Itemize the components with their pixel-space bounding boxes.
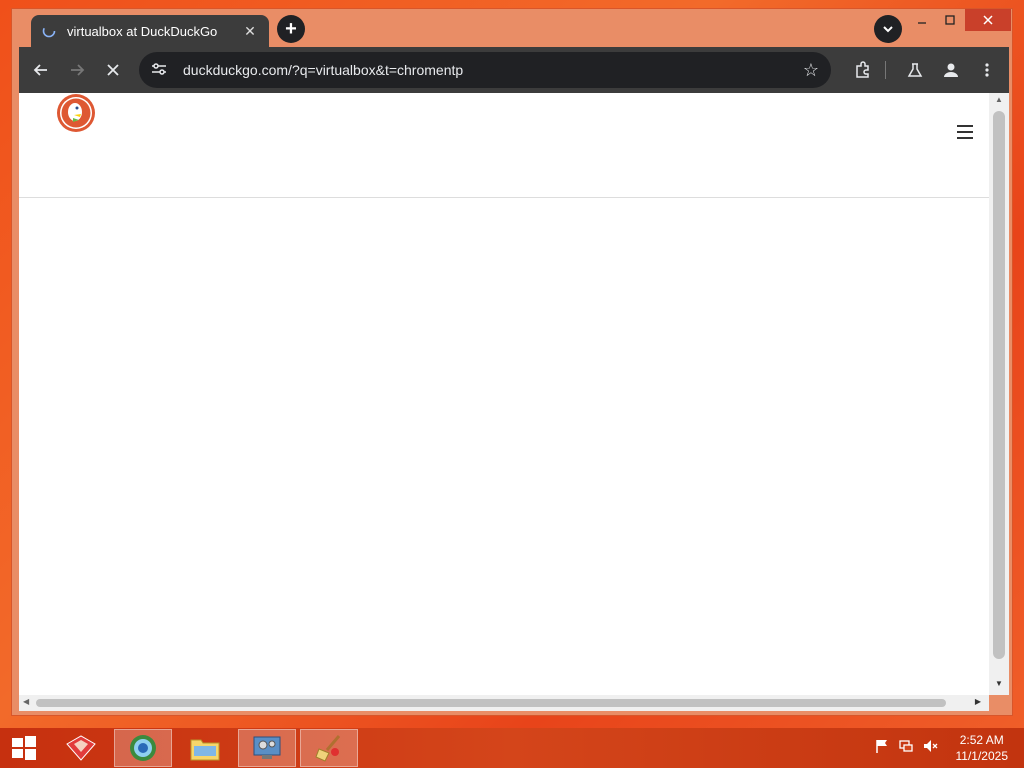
start-button[interactable] xyxy=(0,729,48,767)
computer-settings-icon xyxy=(253,736,281,759)
taskbar-chrome[interactable] xyxy=(114,729,172,767)
clock-date: 11/1/2025 xyxy=(955,749,1009,763)
puzzle-icon xyxy=(856,61,869,78)
loading-spinner-icon xyxy=(41,23,57,39)
tab-close-icon[interactable]: ✕ xyxy=(241,22,259,40)
vertical-scroll-thumb[interactable] xyxy=(993,111,1005,659)
toolbar-separator xyxy=(885,61,886,79)
taskbar-app-ribbon[interactable] xyxy=(52,729,110,767)
scroll-right-icon[interactable]: ▶ xyxy=(975,697,981,706)
scroll-left-icon[interactable]: ◀ xyxy=(23,697,29,706)
taskbar: 2:52 AM 11/1/2025 xyxy=(0,728,1024,768)
page-content xyxy=(19,93,989,695)
broom-icon xyxy=(315,735,341,762)
clock-time: 2:52 AM xyxy=(959,733,1004,747)
profile-button[interactable] xyxy=(937,56,965,84)
taskbar-control-panel[interactable] xyxy=(238,729,296,767)
extensions-button[interactable] xyxy=(849,56,877,84)
taskbar-ccleaner[interactable] xyxy=(300,729,358,767)
tab-title: virtualbox at DuckDuckGo xyxy=(67,23,218,39)
new-tab-button[interactable]: + xyxy=(277,15,305,43)
chevron-down-icon xyxy=(883,26,893,33)
horizontal-scrollbar[interactable]: ◀ ▶ xyxy=(19,695,989,711)
url-text[interactable]: duckduckgo.com/?q=virtualbox&t=chromentp xyxy=(183,62,803,78)
star-icon[interactable]: ☆ xyxy=(803,60,819,81)
labs-button[interactable] xyxy=(901,56,929,84)
app-launcher-icon xyxy=(66,735,96,761)
system-clock[interactable]: 2:52 AM 11/1/2025 xyxy=(956,732,1009,764)
tab-search-button[interactable] xyxy=(874,15,902,43)
flag-icon[interactable] xyxy=(874,738,890,757)
header-divider xyxy=(19,197,989,198)
minimize-icon xyxy=(918,22,926,24)
folder-icon xyxy=(190,739,220,761)
close-icon xyxy=(107,64,119,76)
chrome-icon xyxy=(130,735,156,761)
tab-active[interactable]: virtualbox at DuckDuckGo ✕ xyxy=(31,15,269,47)
volume-muted-icon[interactable] xyxy=(922,738,938,757)
network-icon[interactable] xyxy=(898,738,914,757)
scroll-down-icon[interactable]: ▼ xyxy=(989,679,1009,693)
close-window-button[interactable] xyxy=(965,9,1011,31)
vertical-scrollbar[interactable]: ▲ ▼ xyxy=(989,93,1009,695)
horizontal-scroll-thumb[interactable] xyxy=(36,699,946,707)
back-button[interactable] xyxy=(27,56,55,84)
browser-window: virtualbox at DuckDuckGo ✕ + duckduckgo.… xyxy=(11,8,1013,716)
address-bar[interactable]: duckduckgo.com/?q=virtualbox&t=chromentp… xyxy=(139,52,831,88)
scroll-up-icon[interactable]: ▲ xyxy=(989,95,1009,109)
forward-button[interactable] xyxy=(63,56,91,84)
arrow-left-icon xyxy=(33,64,47,76)
more-vert-icon xyxy=(985,63,989,77)
menu-button[interactable] xyxy=(973,56,1001,84)
arrow-right-icon xyxy=(71,64,85,76)
flask-icon xyxy=(907,63,923,77)
tune-icon[interactable] xyxy=(151,62,171,79)
person-icon xyxy=(944,63,958,77)
browser-toolbar: duckduckgo.com/?q=virtualbox&t=chromentp… xyxy=(19,47,1009,93)
hamburger-menu-icon[interactable] xyxy=(957,125,973,139)
tab-strip: virtualbox at DuckDuckGo ✕ + xyxy=(12,9,1012,47)
taskbar-file-explorer[interactable] xyxy=(176,729,234,767)
maximize-icon xyxy=(945,15,955,25)
duckduckgo-logo[interactable] xyxy=(56,93,96,133)
windows-logo-icon xyxy=(12,736,36,760)
close-icon xyxy=(983,15,993,25)
stop-button[interactable] xyxy=(99,56,127,84)
